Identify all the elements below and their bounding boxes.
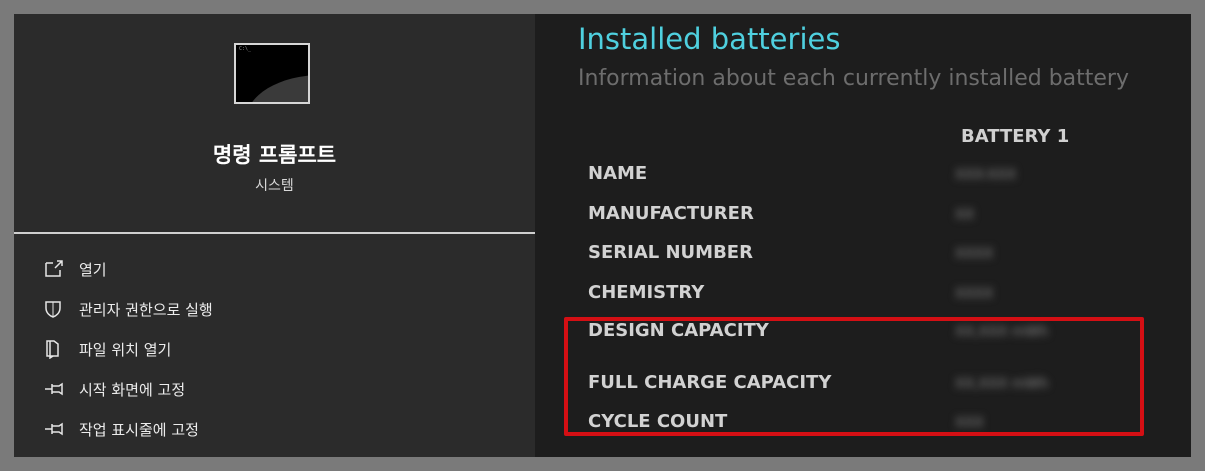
menu-item-open[interactable]: 열기 (14, 249, 535, 289)
menu-item-label: 열기 (79, 260, 107, 279)
section-title: Installed batteries (578, 22, 841, 56)
menu-item-label: 파일 위치 열기 (79, 340, 172, 359)
menu-item-pin-to-taskbar[interactable]: 작업 표시줄에 고정 (14, 409, 535, 449)
menu-item-label: 작업 표시줄에 고정 (79, 420, 199, 439)
menu-item-label: 관리자 권한으로 실행 (79, 300, 213, 319)
row-label-serial-number: SERIAL NUMBER (588, 242, 753, 263)
start-menu-context-panel: C:\_ 명령 프롬프트 시스템 열기 관리자 권한으로 실행 파일 위치 열기… (14, 14, 535, 457)
shield-icon (44, 299, 66, 319)
row-value-serial-number: XXXX (955, 246, 994, 262)
menu-item-label: 시작 화면에 고정 (79, 380, 186, 399)
battery-report-panel: Installed batteries Information about ea… (535, 14, 1191, 457)
menu-item-pin-to-start[interactable]: 시작 화면에 고정 (14, 369, 535, 409)
column-header-battery: BATTERY 1 (961, 126, 1070, 147)
context-menu: 열기 관리자 권한으로 실행 파일 위치 열기 시작 화면에 고정 작업 표시줄… (14, 249, 535, 449)
row-value-chemistry: XXXX (955, 286, 994, 302)
row-value-name: XXX-XXX (955, 167, 1017, 183)
row-label-name: NAME (588, 163, 648, 184)
folder-location-icon (44, 339, 66, 359)
menu-item-run-as-admin[interactable]: 관리자 권한으로 실행 (14, 289, 535, 329)
pin-icon (44, 379, 66, 399)
highlight-box (564, 317, 1144, 436)
row-label-chemistry: CHEMISTRY (588, 282, 705, 303)
pin-icon (44, 419, 66, 439)
row-value-manufacturer: XX (955, 207, 975, 223)
app-category: 시스템 (255, 178, 294, 194)
app-name: 명령 프롬프트 (212, 143, 337, 167)
section-subtitle: Information about each currently install… (578, 66, 1129, 91)
app-header: C:\_ 명령 프롬프트 시스템 (14, 14, 535, 232)
open-icon (44, 259, 66, 279)
command-prompt-icon: C:\_ (234, 43, 310, 104)
divider (14, 232, 535, 234)
row-label-manufacturer: MANUFACTURER (588, 203, 754, 224)
menu-item-open-file-location[interactable]: 파일 위치 열기 (14, 329, 535, 369)
